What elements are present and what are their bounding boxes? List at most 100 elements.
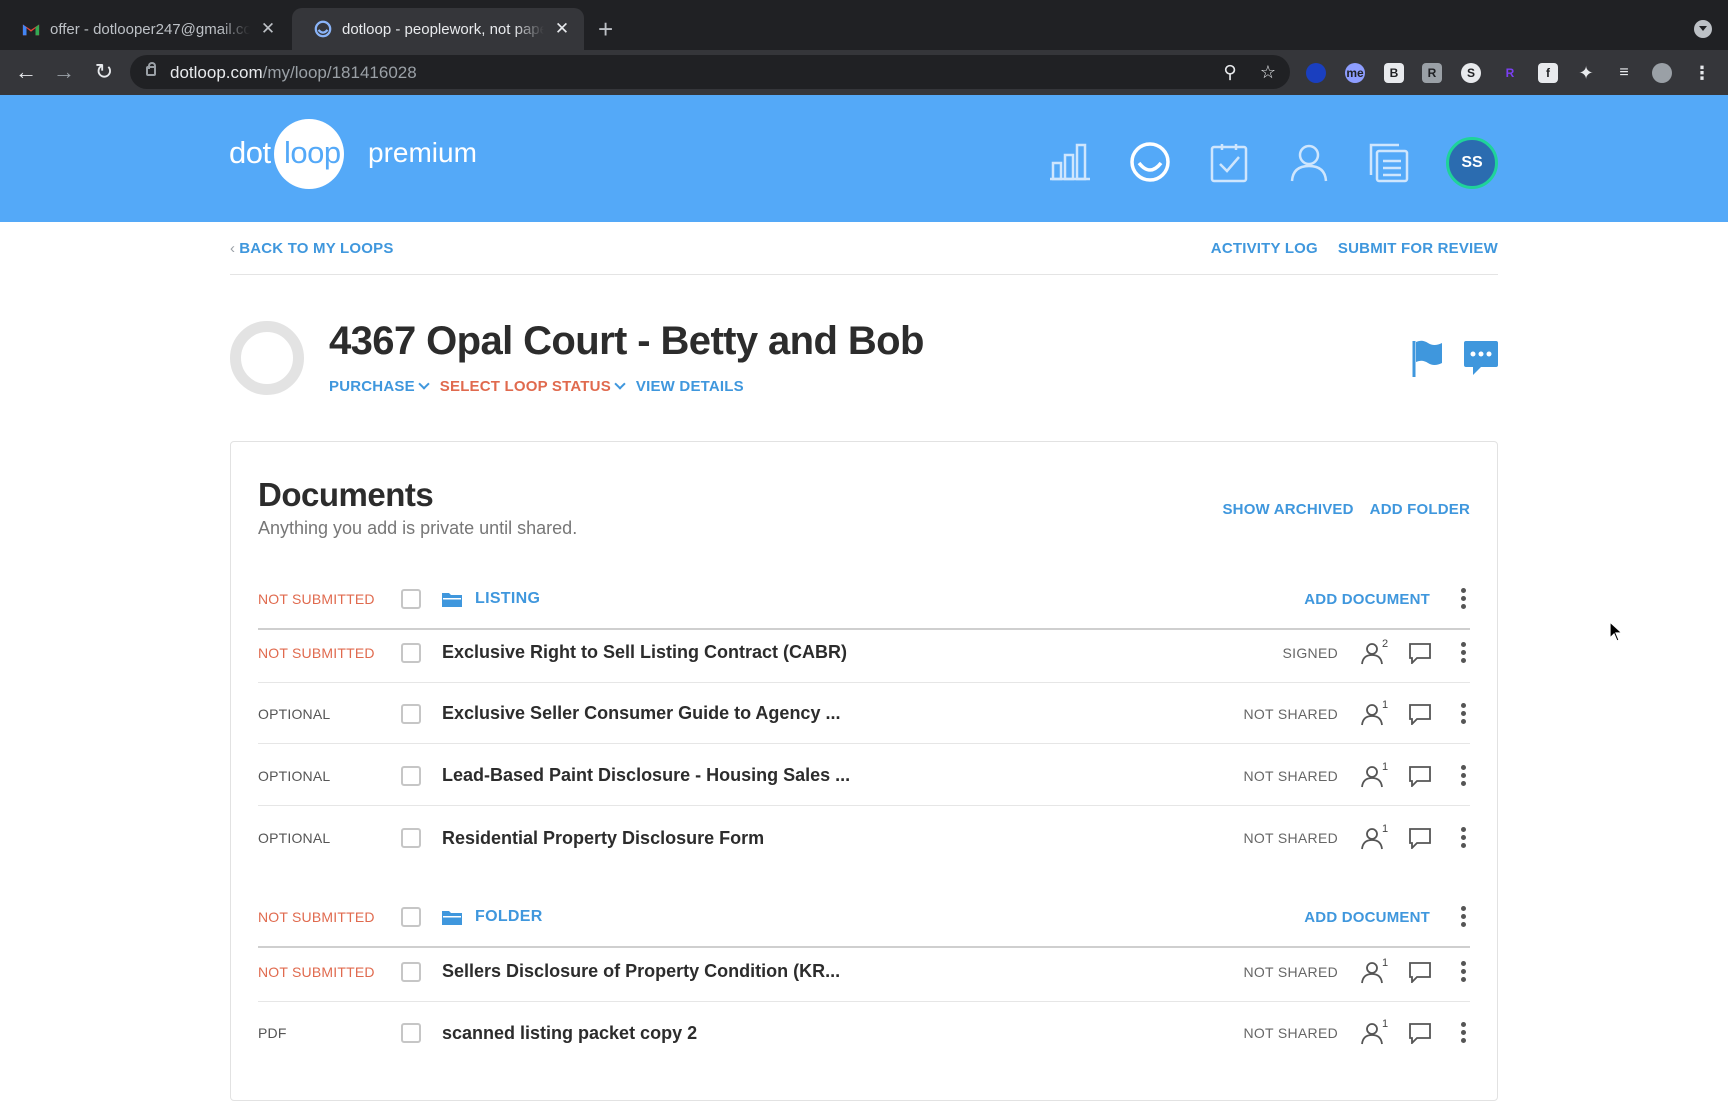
- share-status: NOT SHARED: [1243, 830, 1338, 846]
- participants-icon[interactable]: 1: [1360, 957, 1390, 984]
- comment-icon[interactable]: [1408, 703, 1432, 725]
- status-label: NOT SUBMITTED: [258, 909, 375, 925]
- forward-arrow-icon[interactable]: →: [50, 58, 78, 86]
- new-tab-icon[interactable]: +: [598, 14, 613, 44]
- browser-toolbar: ← → ↻ dotloop.com/my/loop/181416028 ⚲ ☆ …: [0, 50, 1728, 95]
- contacts-person-icon[interactable]: [1288, 141, 1330, 183]
- comment-icon[interactable]: [1408, 642, 1432, 664]
- participants-icon[interactable]: 1: [1360, 699, 1390, 726]
- extension-b-icon[interactable]: B: [1384, 63, 1404, 83]
- extension-circle-icon[interactable]: [1306, 63, 1326, 83]
- document-checkbox[interactable]: [401, 1023, 421, 1043]
- chrome-menu-icon[interactable]: ⋮: [1692, 63, 1712, 83]
- chat-icon[interactable]: [1463, 339, 1499, 377]
- tasks-checklist-icon[interactable]: [1208, 141, 1250, 183]
- folder-row-folder[interactable]: NOT SUBMITTED FOLDER ADD DOCUMENT: [258, 888, 1470, 948]
- flag-icon[interactable]: [1410, 339, 1444, 377]
- loop-actions: ACTIVITY LOG SUBMIT FOR REVIEW: [1211, 240, 1498, 257]
- document-name[interactable]: Residential Property Disclosure Form: [442, 808, 764, 868]
- more-options-icon[interactable]: [1460, 960, 1466, 983]
- add-document-button[interactable]: ADD DOCUMENT: [1304, 888, 1430, 946]
- puzzle-icon[interactable]: ✦: [1576, 63, 1596, 83]
- gmail-icon: [22, 24, 40, 36]
- view-details-link[interactable]: VIEW DETAILS: [636, 378, 744, 395]
- folder-name[interactable]: FOLDER: [475, 888, 543, 946]
- comment-icon[interactable]: [1408, 1022, 1432, 1044]
- document-row[interactable]: NOT SUBMITTED Exclusive Right to Sell Li…: [258, 623, 1470, 683]
- user-avatar[interactable]: SS: [1446, 137, 1498, 189]
- back-to-my-loops-link[interactable]: ‹ BACK TO MY LOOPS: [230, 240, 394, 257]
- share-status: NOT SHARED: [1243, 705, 1338, 722]
- tab-search-icon[interactable]: [1694, 20, 1712, 38]
- star-icon[interactable]: ☆: [1258, 62, 1278, 82]
- folder-name[interactable]: LISTING: [475, 570, 540, 628]
- close-tab-icon[interactable]: ✕: [552, 19, 572, 39]
- browser-tab-gmail[interactable]: offer - dotlooper247@gmail.com ✕: [0, 8, 290, 50]
- templates-documents-icon[interactable]: [1367, 141, 1409, 183]
- extension-facebook-icon[interactable]: f: [1538, 63, 1558, 83]
- more-options-icon[interactable]: [1460, 764, 1466, 787]
- address-bar[interactable]: dotloop.com/my/loop/181416028 ⚲ ☆: [130, 55, 1290, 89]
- participants-icon[interactable]: 1: [1360, 761, 1390, 788]
- browser-tab-dotloop[interactable]: dotloop - peoplework, not paperwork ✕: [292, 8, 584, 50]
- document-name[interactable]: Lead-Based Paint Disclosure - Housing Sa…: [442, 746, 850, 805]
- document-row[interactable]: OPTIONAL Exclusive Seller Consumer Guide…: [258, 684, 1470, 744]
- more-options-icon[interactable]: [1460, 702, 1466, 725]
- loop-status-dropdown[interactable]: SELECT LOOP STATUS: [440, 378, 626, 395]
- more-options-icon[interactable]: [1460, 906, 1466, 928]
- back-arrow-icon[interactable]: ←: [12, 58, 40, 86]
- show-archived-link[interactable]: SHOW ARCHIVED: [1222, 501, 1353, 518]
- participants-icon[interactable]: 1: [1360, 1018, 1390, 1045]
- share-status: SIGNED: [1282, 644, 1338, 661]
- extension-s-icon[interactable]: S: [1461, 63, 1481, 83]
- more-options-icon[interactable]: [1460, 1022, 1466, 1044]
- reports-chart-icon[interactable]: [1049, 141, 1091, 183]
- folder-checkbox[interactable]: [401, 589, 421, 609]
- document-checkbox[interactable]: [401, 703, 421, 724]
- comment-icon[interactable]: [1408, 765, 1432, 787]
- person-icon: [1361, 703, 1383, 725]
- document-row[interactable]: PDF scanned listing packet copy 2 NOT SH…: [258, 1003, 1470, 1063]
- more-options-icon[interactable]: [1460, 827, 1466, 849]
- more-options-icon[interactable]: [1460, 641, 1466, 664]
- profile-avatar-icon[interactable]: [1652, 63, 1672, 83]
- document-row[interactable]: NOT SUBMITTED Sellers Disclosure of Prop…: [258, 942, 1470, 1002]
- document-row[interactable]: OPTIONAL Lead-Based Paint Disclosure - H…: [258, 746, 1470, 806]
- add-document-button[interactable]: ADD DOCUMENT: [1304, 570, 1430, 628]
- comment-icon[interactable]: [1408, 961, 1432, 983]
- extension-me-icon[interactable]: me: [1345, 63, 1365, 83]
- submit-for-review-link[interactable]: SUBMIT FOR REVIEW: [1338, 240, 1498, 257]
- document-checkbox[interactable]: [401, 961, 421, 982]
- browser-tab-strip: offer - dotlooper247@gmail.com ✕ dotloop…: [0, 0, 1728, 50]
- person-icon: [1361, 765, 1383, 787]
- participants-icon[interactable]: 1: [1360, 823, 1390, 850]
- document-name[interactable]: scanned listing packet copy 2: [442, 1003, 697, 1063]
- status-label: NOT SUBMITTED: [258, 963, 375, 980]
- document-checkbox[interactable]: [401, 828, 421, 848]
- folder-checkbox[interactable]: [401, 907, 421, 927]
- document-name[interactable]: Exclusive Right to Sell Listing Contract…: [442, 623, 847, 682]
- loop-meta: PURCHASE SELECT LOOP STATUS VIEW DETAILS: [329, 378, 744, 395]
- document-name[interactable]: Exclusive Seller Consumer Guide to Agenc…: [442, 684, 840, 743]
- folder-row-listing[interactable]: NOT SUBMITTED LISTING ADD DOCUMENT: [258, 570, 1470, 630]
- media-queue-icon[interactable]: ≡: [1614, 63, 1634, 83]
- transaction-type-dropdown[interactable]: PURCHASE: [329, 378, 430, 395]
- add-folder-link[interactable]: ADD FOLDER: [1370, 501, 1470, 518]
- loops-icon[interactable]: [1129, 141, 1171, 183]
- person-icon: [1361, 961, 1383, 983]
- extension-r-icon[interactable]: R: [1422, 63, 1442, 83]
- document-name[interactable]: Sellers Disclosure of Property Condition…: [442, 942, 840, 1001]
- participants-icon[interactable]: 2: [1360, 638, 1390, 665]
- more-options-icon[interactable]: [1460, 588, 1466, 610]
- document-checkbox[interactable]: [401, 765, 421, 786]
- reload-icon[interactable]: ↻: [90, 58, 118, 86]
- document-row[interactable]: OPTIONAL Residential Property Disclosure…: [258, 808, 1470, 868]
- loop-title: 4367 Opal Court - Betty and Bob: [329, 319, 924, 363]
- activity-log-link[interactable]: ACTIVITY LOG: [1211, 240, 1318, 257]
- zoom-icon[interactable]: ⚲: [1220, 62, 1240, 82]
- close-tab-icon[interactable]: ✕: [258, 19, 278, 39]
- document-checkbox[interactable]: [401, 642, 421, 663]
- logo-dot-text: dot: [229, 135, 271, 170]
- comment-icon[interactable]: [1408, 827, 1432, 849]
- extension-purple-icon[interactable]: R: [1500, 63, 1520, 83]
